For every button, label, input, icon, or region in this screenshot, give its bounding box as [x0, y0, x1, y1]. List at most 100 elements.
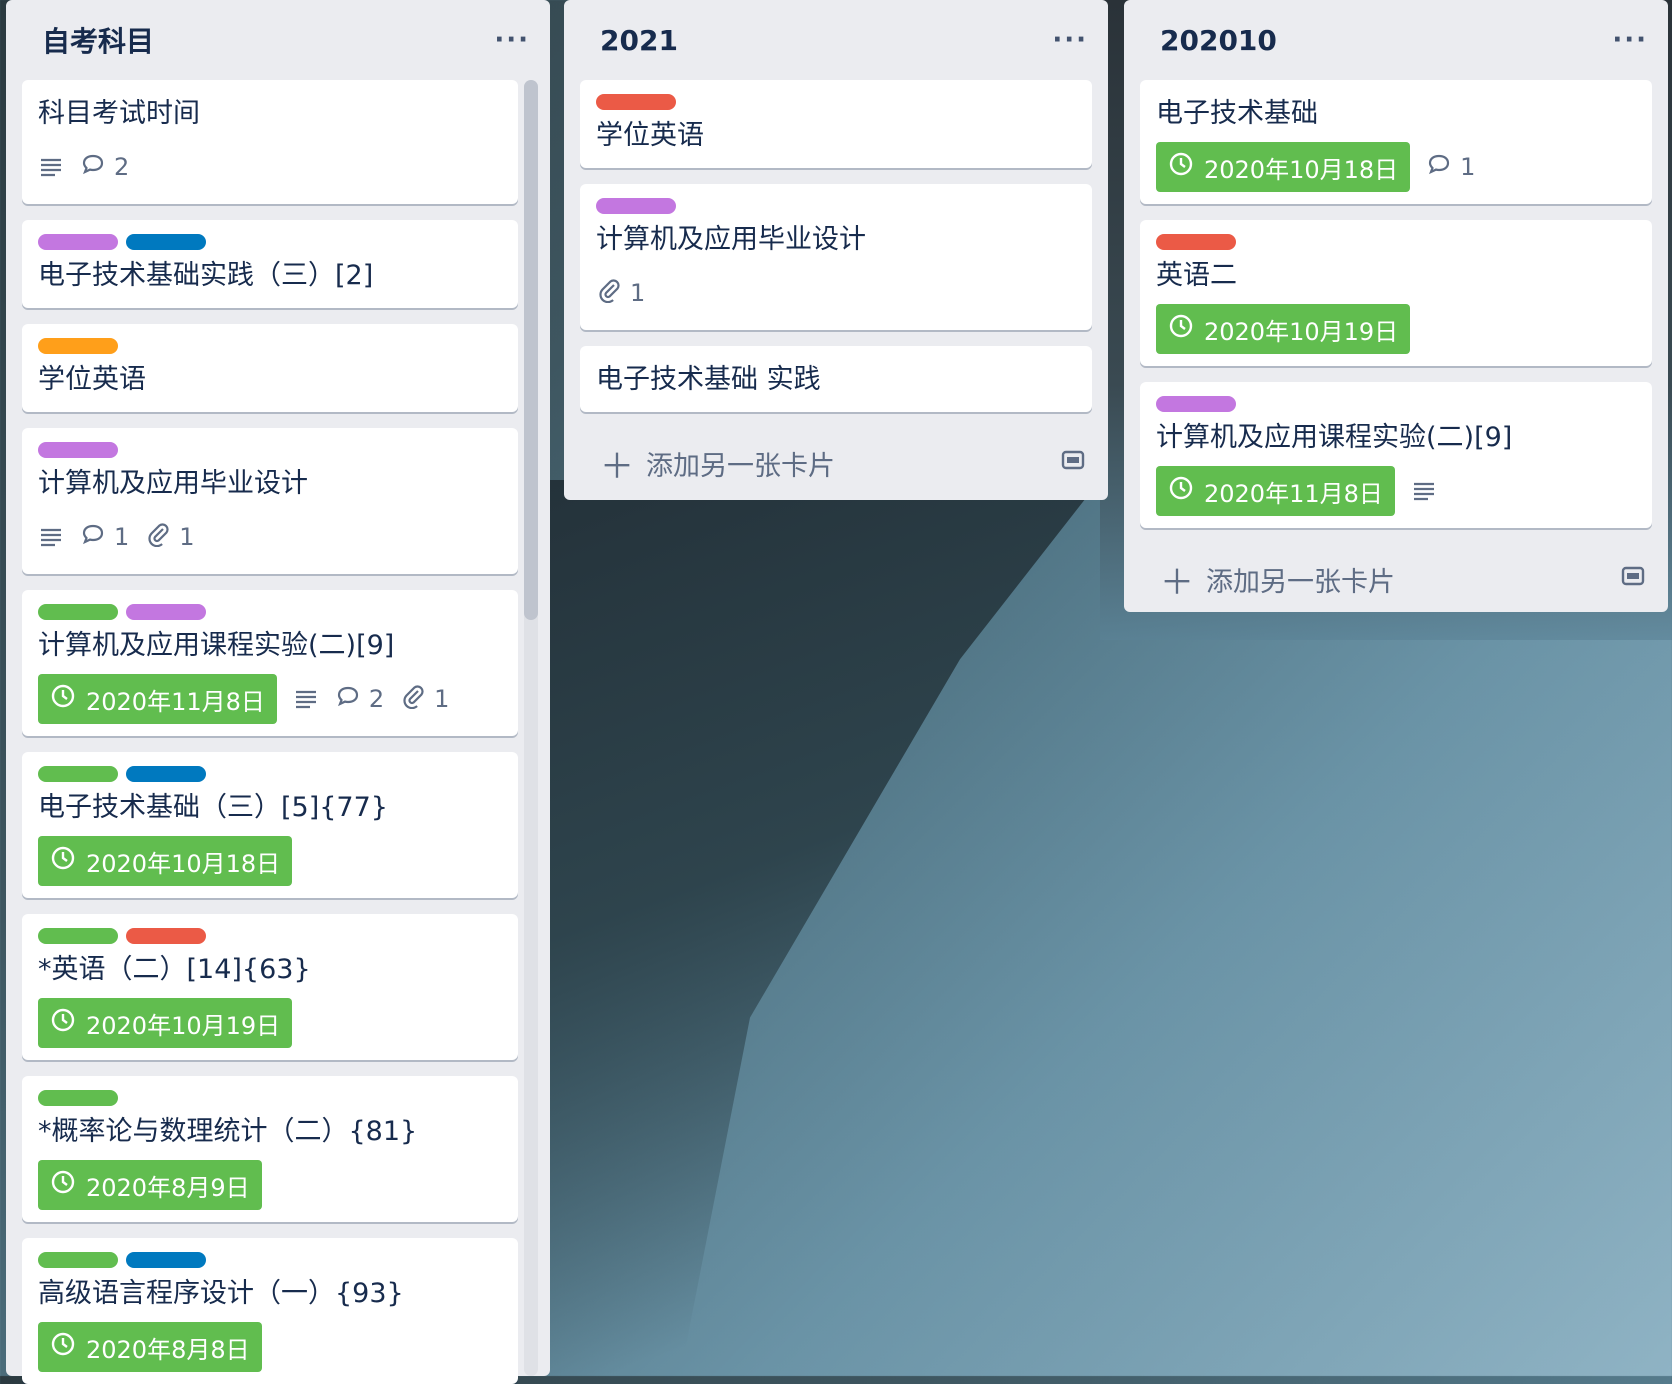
due-date-badge[interactable]: 2020年10月19日	[38, 998, 293, 1048]
comment-count: 1	[114, 523, 130, 551]
add-card-button[interactable]: ＋ 添加另一张卡片	[600, 439, 835, 488]
comment-icon	[80, 151, 106, 183]
comments-badge: 1	[80, 521, 129, 553]
card-badges: 2	[38, 142, 502, 192]
card[interactable]: 学位英语	[580, 80, 1092, 168]
description-icon	[293, 686, 319, 712]
card[interactable]: 计算机及应用课程实验(二)[9] 2020年11月8日 2 1	[22, 590, 518, 736]
card-badges: 2020年11月8日	[1156, 466, 1636, 516]
card-title: 科目考试时间	[38, 98, 200, 129]
card-title: 电子技术基础	[1156, 98, 1318, 129]
add-card-label: 添加另一张卡片	[1206, 566, 1395, 598]
card-label[interactable]	[1156, 396, 1236, 412]
card[interactable]: 电子技术基础 实践	[580, 346, 1092, 412]
card[interactable]: 计算机及应用毕业设计 1 1	[22, 428, 518, 574]
card[interactable]: 科目考试时间 2	[22, 80, 518, 204]
card[interactable]: 电子技术基础（三）[5]{77} 2020年10月18日	[22, 752, 518, 898]
card-title: 计算机及应用课程实验(二)[9]	[38, 630, 395, 661]
card[interactable]: 电子技术基础 2020年10月18日 1	[1140, 80, 1652, 204]
comments-badge: 2	[335, 683, 384, 715]
card[interactable]: *概率论与数理统计（二）{81} 2020年8月9日	[22, 1076, 518, 1222]
card-labels	[1156, 396, 1636, 412]
comment-icon	[80, 521, 106, 553]
due-date-badge[interactable]: 2020年11月8日	[1156, 466, 1395, 516]
description-icon	[38, 154, 64, 180]
card-label[interactable]	[126, 766, 206, 782]
due-date-badge[interactable]: 2020年11月8日	[38, 674, 277, 724]
card-title: 学位英语	[38, 364, 146, 395]
card[interactable]: 计算机及应用课程实验(二)[9] 2020年11月8日	[1140, 382, 1652, 528]
card-label[interactable]	[38, 1090, 118, 1106]
list-column[interactable]: 2021 ··· 学位英语计算机及应用毕业设计 1 电子技术基础 实践 ＋ 添加另一…	[564, 0, 1108, 500]
clock-icon	[1168, 313, 1194, 345]
template-icon[interactable]	[1620, 563, 1646, 596]
card-badges: 2020年8月8日	[38, 1322, 502, 1372]
add-card-button[interactable]: ＋ 添加另一张卡片	[1160, 555, 1395, 604]
card-label[interactable]	[126, 604, 206, 620]
due-date-badge[interactable]: 2020年10月19日	[1156, 304, 1411, 354]
card-labels	[38, 338, 502, 354]
card-label[interactable]	[38, 766, 118, 782]
card-label[interactable]	[38, 604, 118, 620]
card-badges: 2020年10月18日 1	[1156, 142, 1636, 192]
card-labels	[596, 198, 1076, 214]
add-card-row: ＋ 添加另一张卡片	[1140, 544, 1652, 614]
card-title: 计算机及应用毕业设计	[38, 468, 308, 499]
clock-icon	[50, 845, 76, 877]
description-icon	[1411, 478, 1437, 504]
attachment-count: 1	[630, 279, 646, 307]
due-date-badge[interactable]: 2020年8月9日	[38, 1160, 262, 1210]
card-labels	[38, 766, 502, 782]
card-label[interactable]	[38, 1252, 118, 1268]
card-label[interactable]	[38, 234, 118, 250]
card-badges: 2020年10月19日	[1156, 304, 1636, 354]
card-label[interactable]	[126, 928, 206, 944]
list-header: 自考科目 ···	[22, 0, 534, 80]
card[interactable]: 英语二 2020年10月19日	[1140, 220, 1652, 366]
card-label[interactable]	[596, 198, 676, 214]
card-title: 高级语言程序设计（一）{93}	[38, 1278, 404, 1309]
list-menu-button[interactable]: ···	[1612, 25, 1648, 55]
list-column[interactable]: 自考科目 ··· 科目考试时间 2 电子技术基础实践（三）[2] 学位英语计算机及应用…	[6, 0, 550, 1384]
template-icon[interactable]	[1060, 447, 1086, 480]
list-column[interactable]: 202010 ··· 电子技术基础 2020年10月18日 1 英语二 2020年10月…	[1124, 0, 1668, 612]
clock-icon	[50, 1331, 76, 1363]
card-title: 电子技术基础 实践	[596, 364, 821, 395]
due-date-badge[interactable]: 2020年10月18日	[1156, 142, 1411, 192]
card-badges: 2020年11月8日 2 1	[38, 674, 502, 724]
due-date-badge[interactable]: 2020年10月18日	[38, 836, 293, 886]
comment-count: 2	[114, 153, 130, 181]
card-labels	[38, 234, 502, 250]
card-badges: 1	[596, 268, 1076, 318]
attachment-count: 1	[434, 685, 450, 713]
clock-icon	[1168, 475, 1194, 507]
card[interactable]: 计算机及应用毕业设计 1	[580, 184, 1092, 330]
card-label[interactable]	[38, 442, 118, 458]
card-label[interactable]	[126, 1252, 206, 1268]
card[interactable]: *英语（二）[14]{63} 2020年10月19日	[22, 914, 518, 1060]
card[interactable]: 电子技术基础实践（三）[2]	[22, 220, 518, 308]
list-title[interactable]: 2021	[600, 24, 678, 57]
card-list: 学位英语计算机及应用毕业设计 1 电子技术基础 实践	[580, 80, 1092, 412]
card-label[interactable]	[38, 338, 118, 354]
card-label[interactable]	[38, 928, 118, 944]
card-labels	[1156, 234, 1636, 250]
card[interactable]: 高级语言程序设计（一）{93} 2020年8月8日	[22, 1238, 518, 1384]
clock-icon	[50, 683, 76, 715]
scrollbar-thumb[interactable]	[524, 80, 538, 620]
clock-icon	[50, 1169, 76, 1201]
card-label[interactable]	[126, 234, 206, 250]
scrollbar[interactable]	[524, 80, 538, 1376]
list-title[interactable]: 202010	[1160, 24, 1277, 57]
due-date-text: 2020年10月19日	[1204, 317, 1399, 346]
attachments-badge: 1	[145, 521, 195, 553]
comments-badge: 2	[80, 151, 129, 183]
card-label[interactable]	[1156, 234, 1236, 250]
comment-icon	[335, 683, 361, 715]
card-label[interactable]	[596, 94, 676, 110]
due-date-badge[interactable]: 2020年8月8日	[38, 1322, 262, 1372]
card[interactable]: 学位英语	[22, 324, 518, 412]
list-menu-button[interactable]: ···	[494, 25, 530, 55]
list-title[interactable]: 自考科目	[42, 20, 154, 60]
list-menu-button[interactable]: ···	[1052, 25, 1088, 55]
